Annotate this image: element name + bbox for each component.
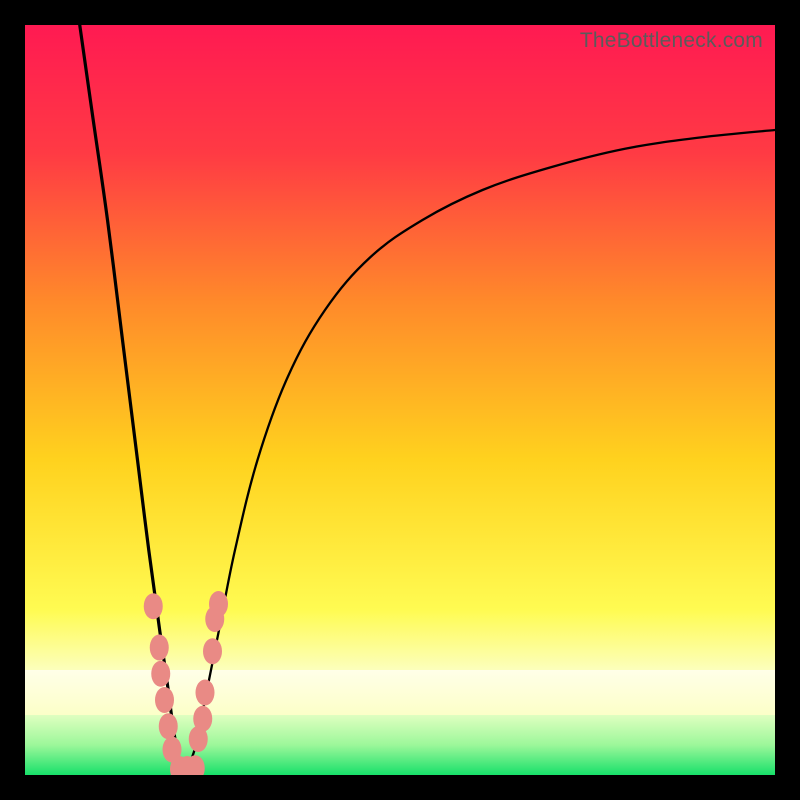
attribution-watermark: TheBottleneck.com: [580, 29, 763, 53]
data-marker: [193, 706, 212, 732]
data-marker: [203, 638, 222, 664]
bottleneck-chart: [25, 25, 775, 775]
data-marker: [196, 680, 215, 706]
data-marker: [150, 635, 169, 661]
data-marker: [144, 593, 163, 619]
gradient-background: [25, 25, 775, 775]
data-marker: [159, 713, 178, 739]
chart-frame: TheBottleneck.com: [25, 25, 775, 775]
data-marker: [155, 687, 174, 713]
data-marker: [151, 661, 170, 687]
data-marker: [209, 591, 228, 617]
